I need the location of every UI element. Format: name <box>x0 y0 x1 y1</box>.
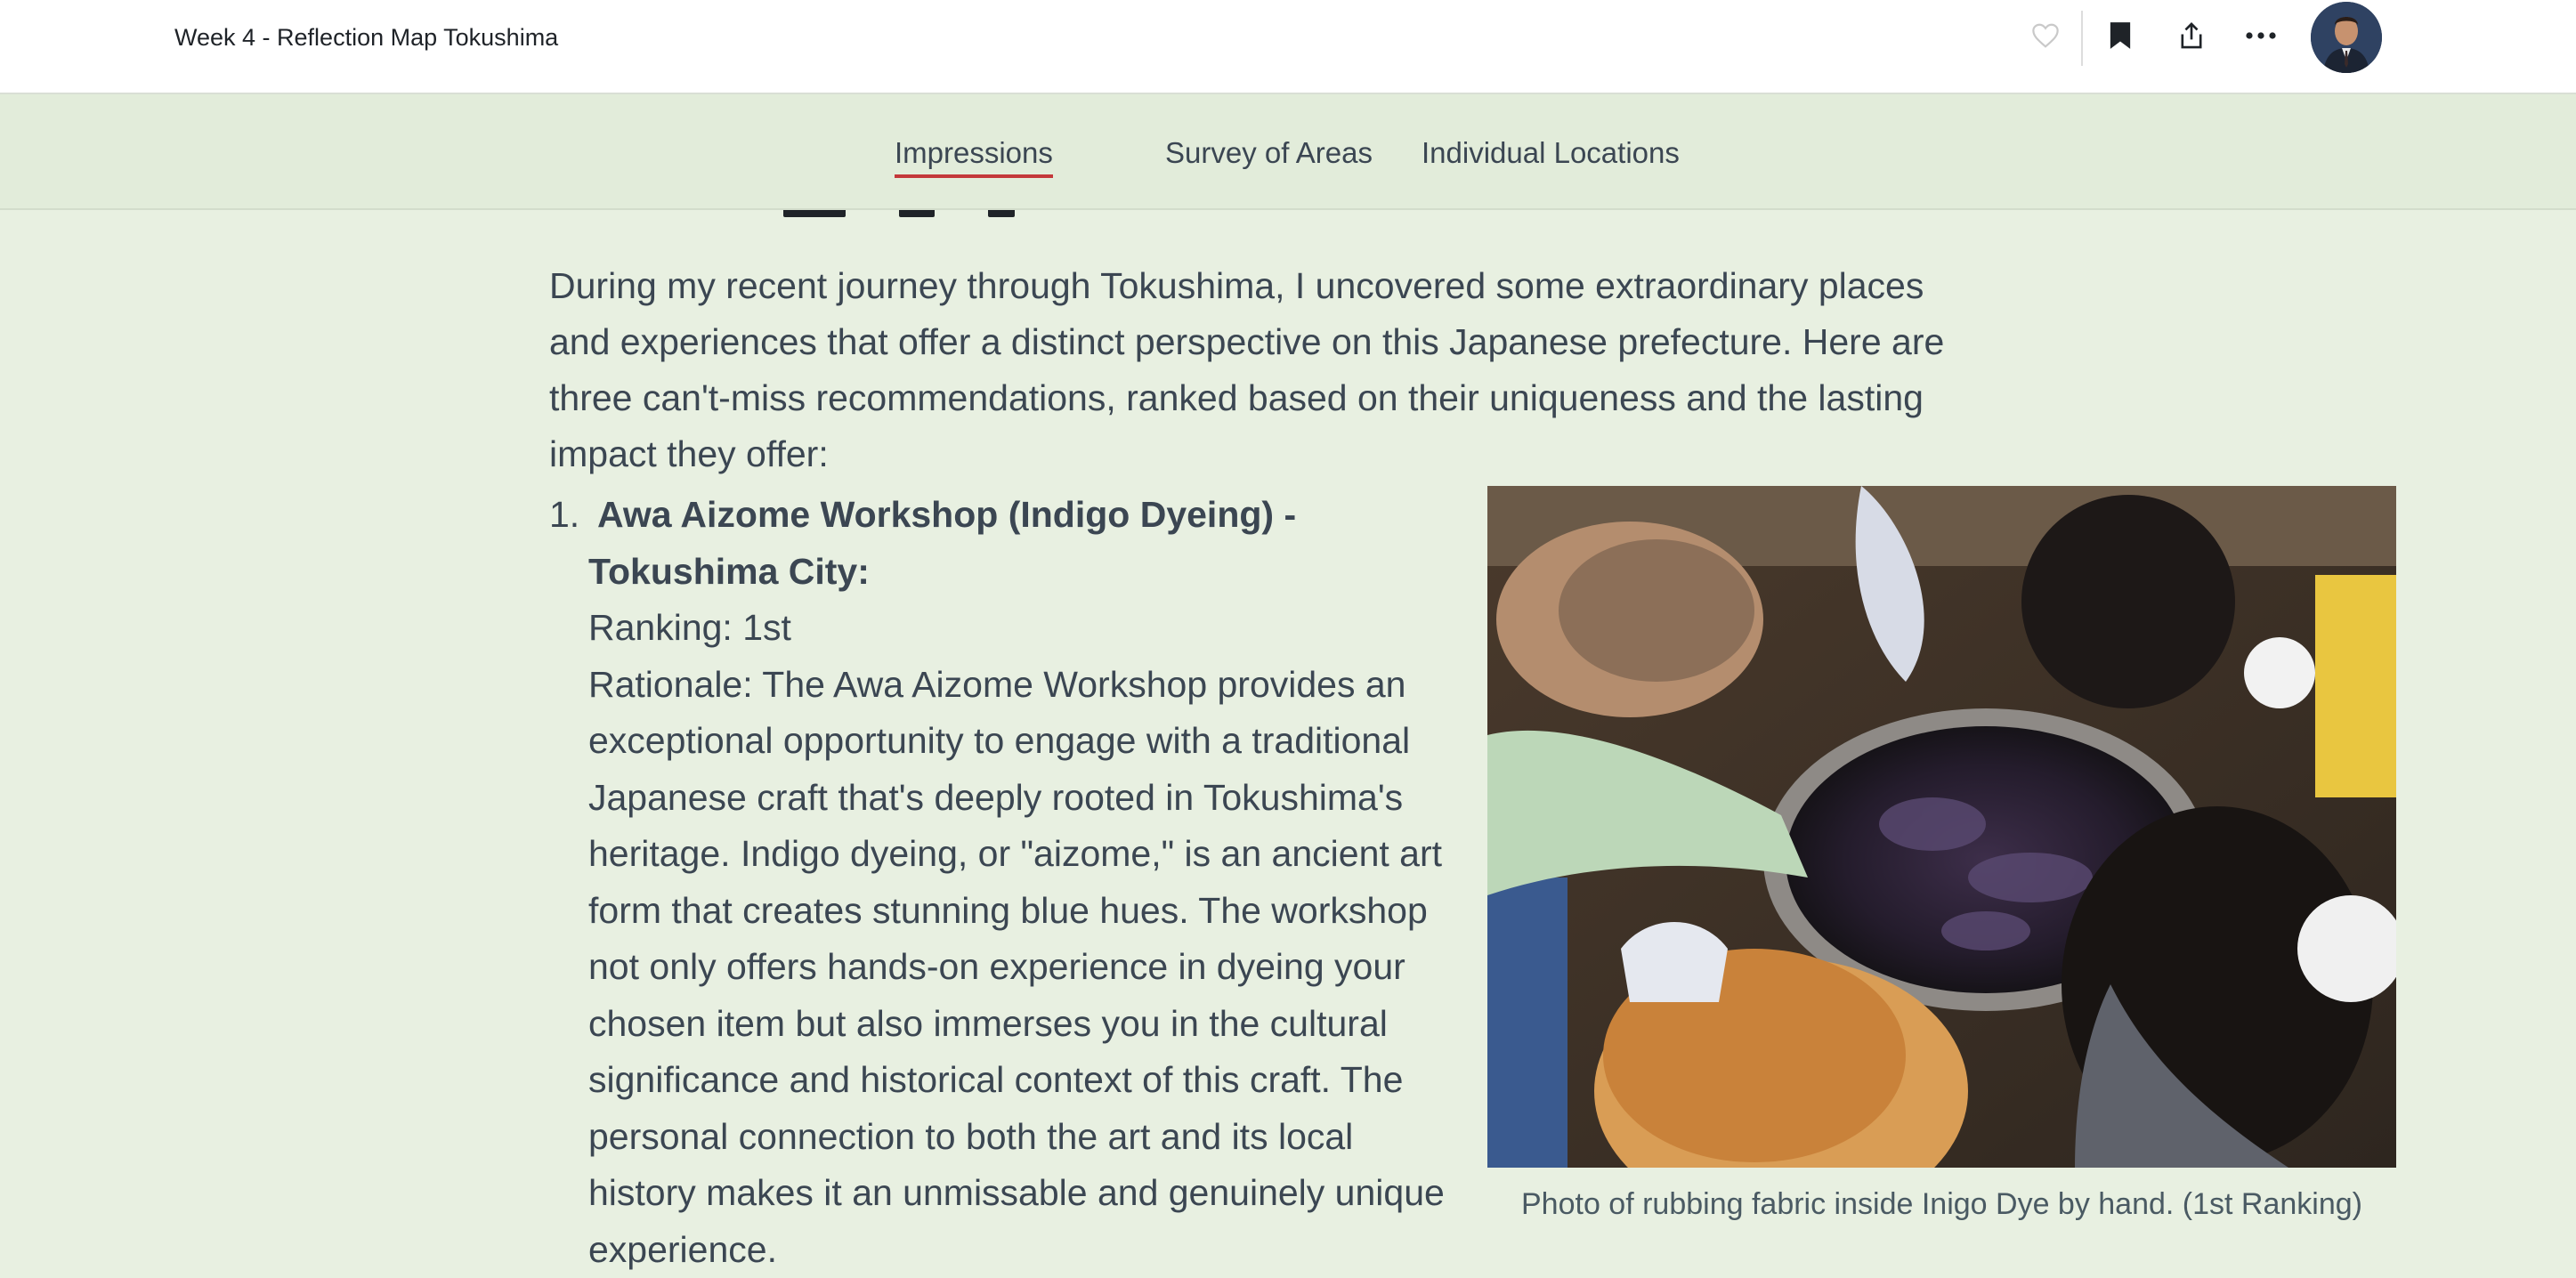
list-item-number: 1. <box>549 487 579 544</box>
tab-impressions[interactable]: Impressions <box>895 133 1053 173</box>
list-item-ranking: Ranking: 1st <box>588 600 1461 657</box>
tab-individual-locations[interactable]: Individual Locations <box>1422 133 1680 173</box>
tabs-bar: Impressions Survey of Areas Individual L… <box>0 94 2576 210</box>
bookmark-icon[interactable] <box>2101 16 2140 55</box>
intro-paragraph: During my recent journey through Tokushi… <box>549 258 1991 482</box>
list-item-rationale: Rationale: The Awa Aizome Workshop provi… <box>588 657 1461 1278</box>
tab-survey-of-areas[interactable]: Survey of Areas <box>1165 133 1373 173</box>
list-item: Awa Aizome Workshop (Indigo Dyeing) - To… <box>588 487 1461 1278</box>
document-title: Week 4 - Reflection Map Tokushima <box>174 20 558 55</box>
heart-icon[interactable] <box>2026 16 2065 55</box>
top-bar: Week 4 - Reflection Map Tokushima <box>0 0 2576 94</box>
avatar[interactable] <box>2311 2 2382 73</box>
list-item-title: Awa Aizome Workshop (Indigo Dyeing) - To… <box>588 487 1461 600</box>
share-icon[interactable] <box>2172 16 2211 55</box>
more-icon[interactable] <box>2241 16 2280 55</box>
photo-caption: Photo of rubbing fabric inside Inigo Dye… <box>1487 1182 2396 1226</box>
indigo-dye-photo <box>1487 486 2396 1168</box>
toolbar-divider <box>2081 11 2083 66</box>
